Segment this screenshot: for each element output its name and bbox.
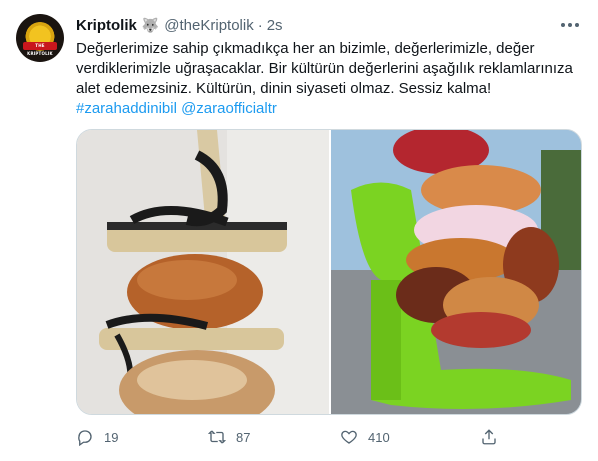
hashtag-link[interactable]: #zarahaddinibil [76, 100, 177, 117]
tweet-text-line: Değerlerimize sahip çıkmadıkça her an bi… [76, 40, 535, 57]
tweet-text: Değerlerimize sahip çıkmadıkça her an bi… [76, 39, 586, 119]
retweet-icon [208, 430, 226, 444]
media-grid [76, 129, 582, 415]
reply-count: 19 [104, 429, 119, 445]
separator-dot: · [257, 16, 263, 34]
share-icon [482, 429, 496, 445]
green-heel-with-donuts-photo[interactable] [331, 130, 581, 414]
stacked-bread-and-sandals-photo[interactable] [77, 130, 329, 414]
like-button[interactable]: 410 [340, 426, 390, 448]
more-horizontal-icon[interactable] [557, 15, 583, 35]
user-handle[interactable]: @theKriptolik [164, 17, 253, 34]
avatar[interactable]: THE KRIPTOLIK [16, 14, 64, 62]
tweet-text-line: verdiklerimizle uğraşacaklar. Bir kültür… [76, 60, 573, 77]
like-count: 410 [368, 429, 390, 445]
reply-icon [78, 430, 92, 446]
tweet-text-line: alet edemezsiniz. Kültürün, dinin siyase… [76, 80, 492, 97]
tweet[interactable]: THE KRIPTOLIK Kriptolik 🐺 @theKriptolik … [0, 0, 598, 461]
reply-button[interactable]: 19 [76, 426, 118, 448]
tweet-links: #zarahaddinibil @zaraofficialtr [76, 99, 586, 119]
retweet-button[interactable]: 87 [208, 426, 250, 448]
wolf-emoji-icon: 🐺 [141, 17, 160, 33]
tweet-actions: 19 87 410 [76, 426, 506, 448]
share-button[interactable] [480, 426, 498, 448]
timestamp[interactable]: 2s [267, 17, 283, 34]
avatar-badge-text: THE KRIPTOLIK [23, 42, 57, 56]
like-icon [341, 430, 357, 444]
retweet-count: 87 [236, 429, 251, 445]
mention-link[interactable]: @zaraofficialtr [181, 100, 277, 117]
display-name[interactable]: Kriptolik [76, 17, 137, 34]
tweet-header: Kriptolik 🐺 @theKriptolik · 2s [76, 15, 283, 35]
